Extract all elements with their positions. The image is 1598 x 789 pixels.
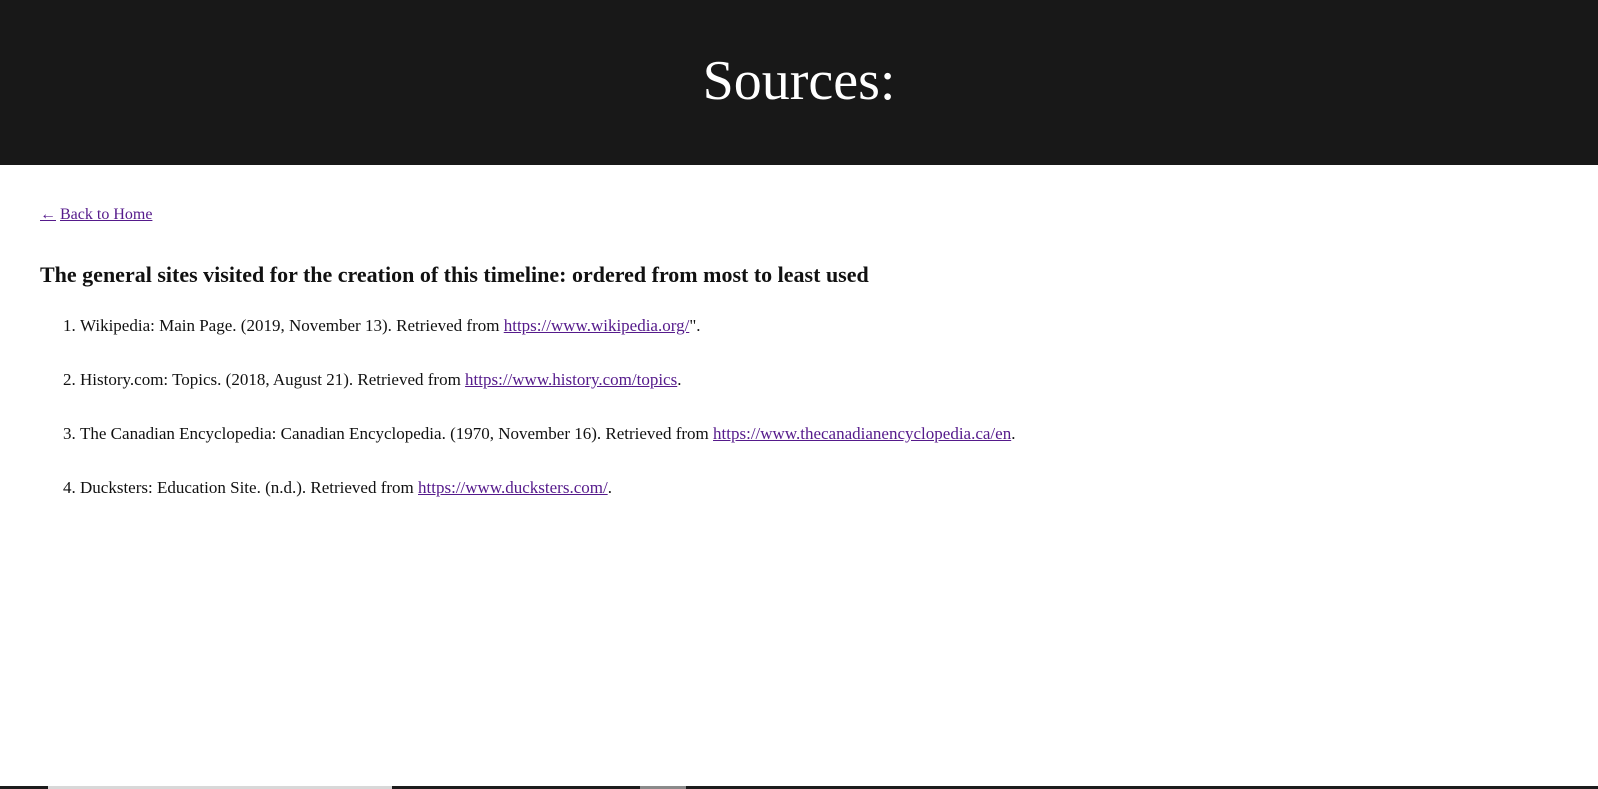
main-content: ← Back to Home The general sites visited … — [0, 165, 1598, 498]
list-item: Wikipedia: Main Page. (2019, November 13… — [80, 316, 1598, 336]
list-item: The Canadian Encyclopedia: Canadian Ency… — [80, 424, 1598, 444]
source-text: Ducksters: Education Site. (n.d.). Retri… — [80, 478, 419, 497]
page-header: Sources: — [0, 0, 1598, 165]
list-item: Ducksters: Education Site. (n.d.). Retri… — [80, 478, 1598, 498]
source-text: The Canadian Encyclopedia: Canadian Ency… — [80, 424, 714, 443]
source-link-wikipedia[interactable]: https://www.wikipedia.org/ — [504, 316, 690, 335]
back-to-home-link[interactable]: ← Back to Home — [40, 205, 152, 225]
back-to-home-label: Back to Home — [60, 206, 153, 223]
source-link-history[interactable]: https://www.history.com/topics — [465, 370, 677, 389]
page-title: Sources: — [702, 49, 896, 112]
source-text: Wikipedia: Main Page. (2019, November 13… — [80, 316, 504, 335]
back-arrow-icon: ← — [40, 206, 56, 223]
source-suffix: . — [607, 478, 612, 497]
source-text: History.com: Topics. (2018, August 21). … — [80, 370, 466, 389]
sources-subtitle: The general sites visited for the creati… — [40, 262, 869, 287]
source-suffix: ". — [689, 316, 701, 335]
source-suffix: . — [1011, 424, 1016, 443]
list-item: History.com: Topics. (2018, August 21). … — [80, 370, 1598, 390]
source-suffix: . — [677, 370, 682, 389]
source-link-ducksters[interactable]: https://www.ducksters.com/ — [418, 478, 608, 497]
source-link-canadian-encyclopedia[interactable]: https://www.thecanadianencyclopedia.ca/e… — [713, 424, 1011, 443]
sources-list: Wikipedia: Main Page. (2019, November 13… — [40, 316, 1598, 498]
